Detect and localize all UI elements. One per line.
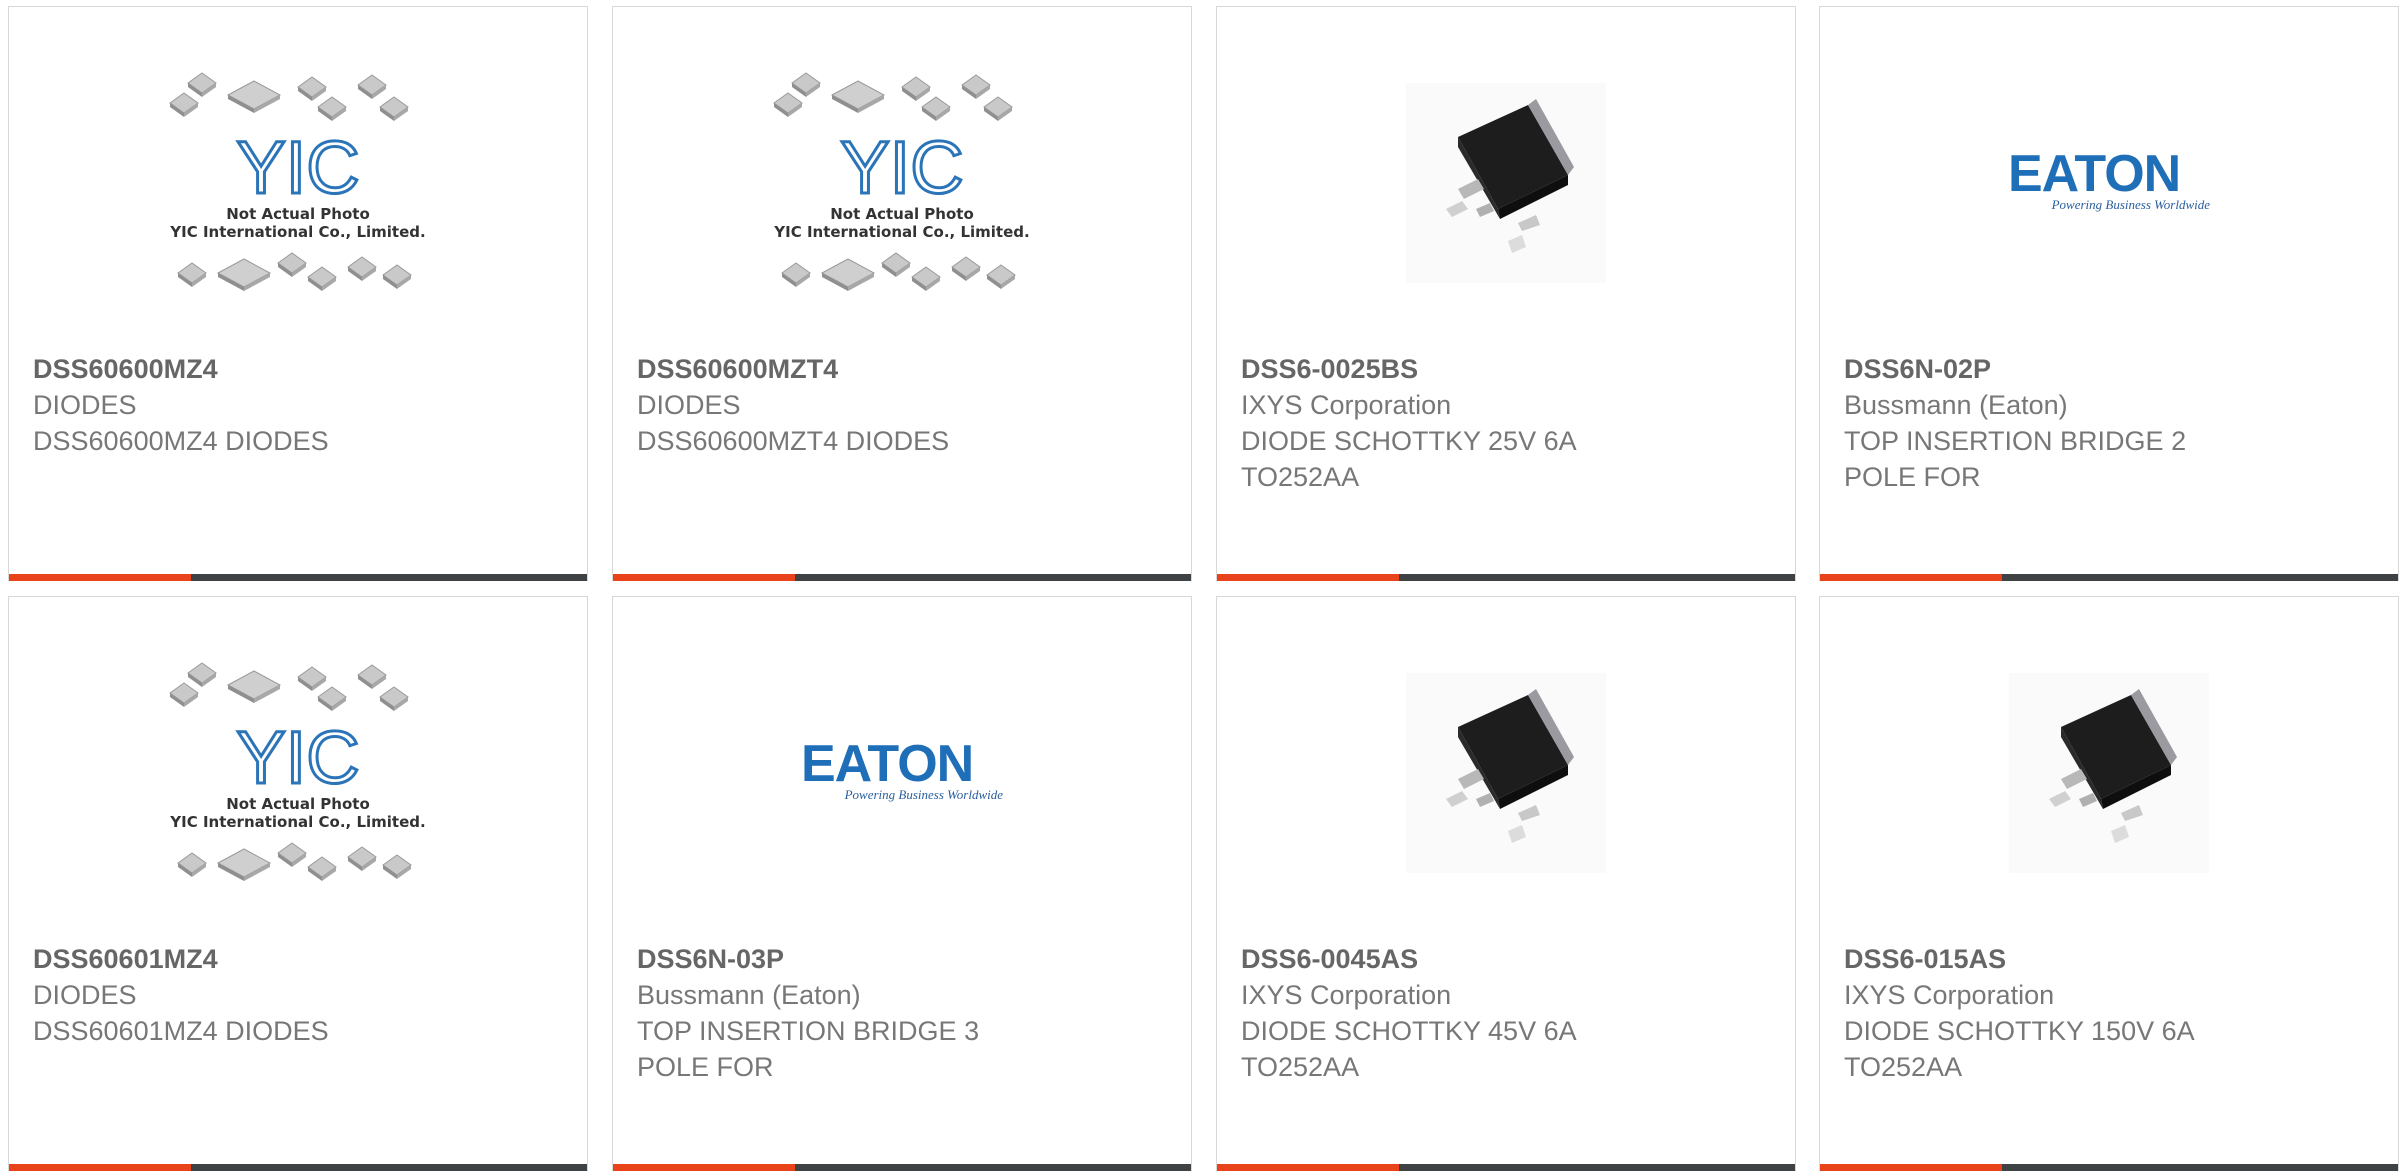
image-caption-line1: Not Actual Photo xyxy=(226,205,370,223)
product-card[interactable]: DSS6-015AS IXYS Corporation DIODE SCHOTT… xyxy=(1819,596,2399,1171)
part-number[interactable]: DSS6N-03P xyxy=(637,941,1167,977)
card-footer-bar xyxy=(1217,1164,1795,1171)
eaton-logo: EATON xyxy=(801,735,973,793)
card-footer-bar xyxy=(1820,574,2398,581)
manufacturer: DIODES xyxy=(637,390,741,420)
eaton-tagline: Powering Business Worldwide xyxy=(2051,197,2211,212)
part-number[interactable]: DSS6N-02P xyxy=(1844,351,2374,387)
product-card[interactable]: DSS6-0025BS IXYS Corporation DIODE SCHOT… xyxy=(1216,6,1796,581)
card-footer-bar xyxy=(1820,1164,2398,1171)
product-card[interactable]: EATON Powering Business Worldwide DSS6N-… xyxy=(612,596,1192,1171)
product-image-to252-package[interactable] xyxy=(1217,7,1795,359)
card-footer-bar xyxy=(613,574,1191,581)
yic-logo: YIC xyxy=(236,716,359,799)
part-number[interactable]: DSS6-015AS xyxy=(1844,941,2374,977)
description-line2: POLE FOR xyxy=(637,1052,774,1082)
product-image-yic-placeholder[interactable]: YIC Not Actual Photo YIC International C… xyxy=(9,597,587,949)
description-line1: DSS60601MZ4 DIODES xyxy=(33,1016,329,1046)
description-line2: TO252AA xyxy=(1241,1052,1360,1082)
description-line1: DSS60600MZT4 DIODES xyxy=(637,426,950,456)
description-line1: TOP INSERTION BRIDGE 2 xyxy=(1844,426,2187,456)
description-line2: POLE FOR xyxy=(1844,462,1981,492)
product-card[interactable]: YIC Not Actual Photo YIC International C… xyxy=(612,6,1192,581)
card-accent-bar xyxy=(613,1164,795,1171)
eaton-logo: EATON xyxy=(2008,145,2180,203)
image-caption-line2: YIC International Co., Limited. xyxy=(169,813,425,831)
description-line2: TO252AA xyxy=(1241,462,1360,492)
image-caption-line2: YIC International Co., Limited. xyxy=(169,223,425,241)
description-line1: TOP INSERTION BRIDGE 3 xyxy=(637,1016,980,1046)
card-accent-bar xyxy=(1217,1164,1399,1171)
manufacturer: Bussmann (Eaton) xyxy=(637,980,861,1010)
card-accent-bar xyxy=(9,1164,191,1171)
card-accent-bar xyxy=(9,574,191,581)
chip-cluster-top xyxy=(169,662,409,712)
yic-logo: YIC xyxy=(236,126,359,209)
product-grid: YIC Not Actual Photo YIC International C… xyxy=(0,0,2400,1171)
product-image-yic-placeholder[interactable]: YIC Not Actual Photo YIC International C… xyxy=(613,7,1191,359)
eaton-tagline: Powering Business Worldwide xyxy=(844,787,1004,802)
part-number[interactable]: DSS60600MZ4 xyxy=(33,351,563,387)
card-accent-bar xyxy=(1820,574,2002,581)
manufacturer: DIODES xyxy=(33,980,137,1010)
chip-cluster-bottom xyxy=(177,842,412,882)
part-number[interactable]: DSS6-0025BS xyxy=(1241,351,1771,387)
card-footer-bar xyxy=(9,574,587,581)
product-image-eaton-logo[interactable]: EATON Powering Business Worldwide xyxy=(613,597,1191,949)
chip-cluster-bottom xyxy=(781,252,1016,292)
description-line1: DIODE SCHOTTKY 150V 6A xyxy=(1844,1016,2195,1046)
description-line1: DIODE SCHOTTKY 45V 6A xyxy=(1241,1016,1577,1046)
manufacturer: IXYS Corporation xyxy=(1844,980,2055,1010)
chip-cluster-top xyxy=(169,72,409,122)
manufacturer: Bussmann (Eaton) xyxy=(1844,390,2068,420)
card-accent-bar xyxy=(1217,574,1399,581)
chip-cluster-top xyxy=(773,72,1013,122)
manufacturer: IXYS Corporation xyxy=(1241,980,1452,1010)
description-line2: TO252AA xyxy=(1844,1052,1963,1082)
image-caption-line2: YIC International Co., Limited. xyxy=(773,223,1029,241)
product-image-eaton-logo[interactable]: EATON Powering Business Worldwide xyxy=(1820,7,2398,359)
part-number[interactable]: DSS60600MZT4 xyxy=(637,351,1167,387)
product-card[interactable]: YIC Not Actual Photo YIC International C… xyxy=(8,596,588,1171)
description-line1: DIODE SCHOTTKY 25V 6A xyxy=(1241,426,1577,456)
manufacturer: DIODES xyxy=(33,390,137,420)
manufacturer: IXYS Corporation xyxy=(1241,390,1452,420)
part-number[interactable]: DSS60601MZ4 xyxy=(33,941,563,977)
chip-cluster-bottom xyxy=(177,252,412,292)
description-line1: DSS60600MZ4 DIODES xyxy=(33,426,329,456)
product-image-yic-placeholder[interactable]: YIC Not Actual Photo YIC International C… xyxy=(9,7,587,359)
product-card[interactable]: DSS6-0045AS IXYS Corporation DIODE SCHOT… xyxy=(1216,596,1796,1171)
yic-logo: YIC xyxy=(840,126,963,209)
product-image-to252-package[interactable] xyxy=(1217,597,1795,949)
part-number[interactable]: DSS6-0045AS xyxy=(1241,941,1771,977)
image-caption-line1: Not Actual Photo xyxy=(830,205,974,223)
card-footer-bar xyxy=(613,1164,1191,1171)
product-card[interactable]: YIC Not Actual Photo YIC International C… xyxy=(8,6,588,581)
card-footer-bar xyxy=(1217,574,1795,581)
product-image-to252-package[interactable] xyxy=(1820,597,2398,949)
card-accent-bar xyxy=(1820,1164,2002,1171)
card-footer-bar xyxy=(9,1164,587,1171)
card-accent-bar xyxy=(613,574,795,581)
product-card[interactable]: EATON Powering Business Worldwide DSS6N-… xyxy=(1819,6,2399,581)
image-caption-line1: Not Actual Photo xyxy=(226,795,370,813)
